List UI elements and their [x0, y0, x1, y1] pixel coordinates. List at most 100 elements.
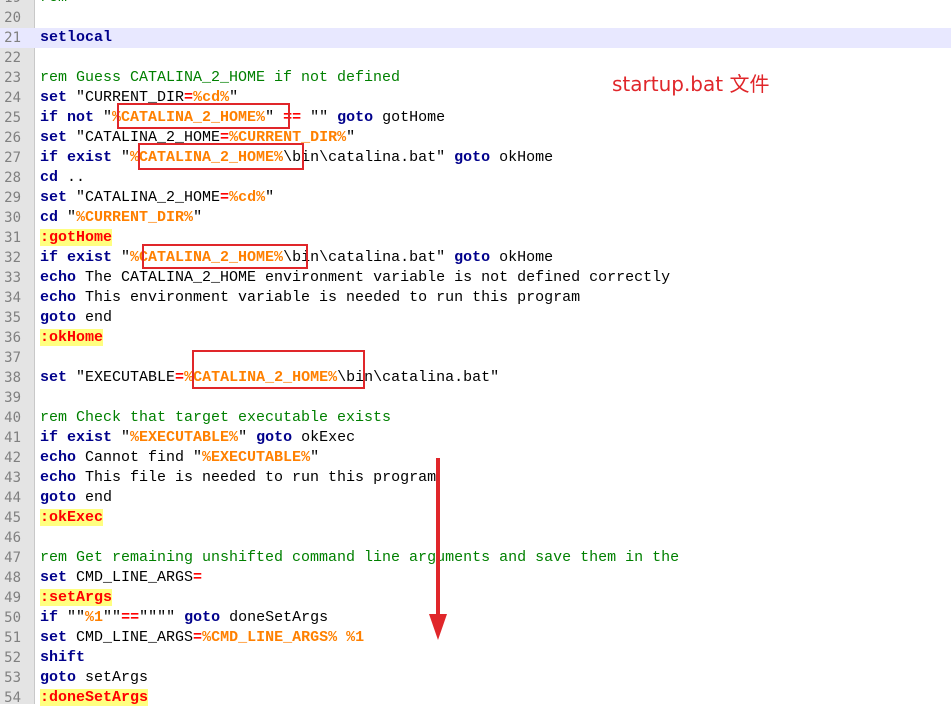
line-number: 54 [4, 690, 21, 706]
line-number: 52 [4, 650, 21, 666]
code-line[interactable]: 41 if exist "%EXECUTABLE%" goto okExec [0, 428, 951, 448]
code-line[interactable]: 43 echo This file is needed to run this p… [0, 468, 951, 488]
code-token: :setArgs [40, 589, 113, 606]
code-token: " [112, 249, 131, 266]
line-number: 51 [4, 630, 21, 646]
code-token: set [40, 629, 68, 646]
code-text: goto end [40, 308, 112, 328]
code-line[interactable]: 29 set "CATALINA_2_HOME=%cd%" [0, 188, 951, 208]
code-text: cd "%CURRENT_DIR%" [40, 208, 202, 228]
line-number: 29 [4, 190, 21, 206]
code-token: goto [184, 609, 221, 626]
line-number: 44 [4, 490, 21, 506]
highlight-box-line-27 [138, 143, 304, 170]
line-number: 49 [4, 590, 21, 606]
code-line[interactable]: 49 :setArgs [0, 588, 951, 608]
code-line[interactable]: 22 [0, 48, 951, 68]
code-line[interactable]: 20 [0, 8, 951, 28]
code-token: " [310, 449, 320, 466]
code-token: = [220, 189, 230, 206]
line-number: 23 [4, 70, 21, 86]
code-token: set [40, 89, 68, 106]
code-token: :doneSetArgs [40, 689, 149, 706]
code-text: goto setArgs [40, 668, 148, 688]
line-number: 26 [4, 130, 21, 146]
code-line[interactable]: 35 goto end [0, 308, 951, 328]
line-number: 38 [4, 370, 21, 386]
code-token: " [112, 149, 131, 166]
code-text: rem Get remaining unshifted command line… [40, 548, 679, 568]
code-token: %CURRENT_DIR% [76, 209, 194, 226]
code-token: " [58, 209, 77, 226]
code-line[interactable]: 38 set "EXECUTABLE=%CATALINA_2_HOME%\bin\… [0, 368, 951, 388]
code-text: :gotHome [40, 228, 113, 248]
code-token: if [40, 609, 59, 626]
code-token: = [175, 369, 185, 386]
code-line[interactable]: 52 shift [0, 648, 951, 668]
code-line[interactable]: 21 setlocal [0, 28, 951, 48]
code-token: \bin\catalina.bat" [283, 249, 455, 266]
line-number: 31 [4, 230, 21, 246]
line-number: 45 [4, 510, 21, 526]
code-text: set CMD_LINE_ARGS=%CMD_LINE_ARGS% %1 [40, 628, 364, 648]
code-text: setlocal [40, 28, 112, 48]
code-line[interactable]: 19 rem [0, 0, 951, 8]
code-line[interactable]: 40 rem Check that target executable exist… [0, 408, 951, 428]
line-number: 28 [4, 170, 21, 186]
line-number: 27 [4, 150, 21, 166]
code-token: goto [454, 149, 491, 166]
code-token: CMD_LINE_ARGS [67, 629, 194, 646]
code-token: " [238, 429, 257, 446]
code-token: echo [40, 449, 77, 466]
line-number: 48 [4, 570, 21, 586]
code-text: echo This environment variable is needed… [40, 288, 580, 308]
code-token: %EXECUTABLE% [130, 429, 239, 446]
code-line[interactable]: 28 cd .. [0, 168, 951, 188]
code-token: %EXECUTABLE% [202, 449, 311, 466]
code-token: """" [139, 609, 185, 626]
code-token: goto [337, 109, 374, 126]
code-line[interactable]: 44 goto end [0, 488, 951, 508]
code-token: = [193, 569, 203, 586]
code-token: "" [103, 609, 122, 626]
line-number: 21 [4, 30, 21, 46]
down-arrow-icon [429, 458, 447, 640]
code-line[interactable]: 36:okHome [0, 328, 951, 348]
code-text: echo The CATALINA_2_HOME environment var… [40, 268, 670, 288]
code-token: .. [58, 169, 86, 186]
code-token: if exist [40, 149, 113, 166]
code-line[interactable]: 46 [0, 528, 951, 548]
code-line[interactable]: 33 echo The CATALINA_2_HOME environment v… [0, 268, 951, 288]
code-token: This environment variable is needed to r… [76, 289, 581, 306]
code-line[interactable]: 45:okExec [0, 508, 951, 528]
code-token: " [265, 189, 275, 206]
code-line[interactable]: 23 rem Guess CATALINA_2_HOME if not defin… [0, 68, 951, 88]
line-number: 19 [0, 0, 21, 8]
line-number: 40 [4, 410, 21, 426]
code-line[interactable]: 47 rem Get remaining unshifted command li… [0, 548, 951, 568]
code-line[interactable]: 51 set CMD_LINE_ARGS=%CMD_LINE_ARGS% %1 [0, 628, 951, 648]
line-number: 34 [4, 290, 21, 306]
code-token: "EXECUTABLE [67, 369, 176, 386]
code-line[interactable]: 39 [0, 388, 951, 408]
code-token: %cd% [229, 189, 266, 206]
code-line[interactable]: 37 [0, 348, 951, 368]
code-token: if not [40, 109, 95, 126]
code-token: %CMD_LINE_ARGS% [202, 629, 338, 646]
code-line[interactable]: 30 cd "%CURRENT_DIR%" [0, 208, 951, 228]
code-text: rem Check that target executable exists [40, 408, 391, 428]
code-token: goto [256, 429, 293, 446]
code-line[interactable]: 53 goto setArgs [0, 668, 951, 688]
line-number: 24 [4, 90, 21, 106]
line-number: 33 [4, 270, 21, 286]
code-token: goto [40, 669, 77, 686]
code-token: %1 [346, 629, 365, 646]
code-line[interactable]: 54 :doneSetArgs [0, 688, 951, 708]
code-line[interactable]: 42 echo Cannot find "%EXECUTABLE%" [0, 448, 951, 468]
code-line[interactable]: 34 echo This environment variable is need… [0, 288, 951, 308]
code-line[interactable]: 48 set CMD_LINE_ARGS= [0, 568, 951, 588]
line-number: 32 [4, 250, 21, 266]
code-line[interactable]: 50 if ""%1""=="""" goto doneSetArgs [0, 608, 951, 628]
code-token: set [40, 129, 68, 146]
